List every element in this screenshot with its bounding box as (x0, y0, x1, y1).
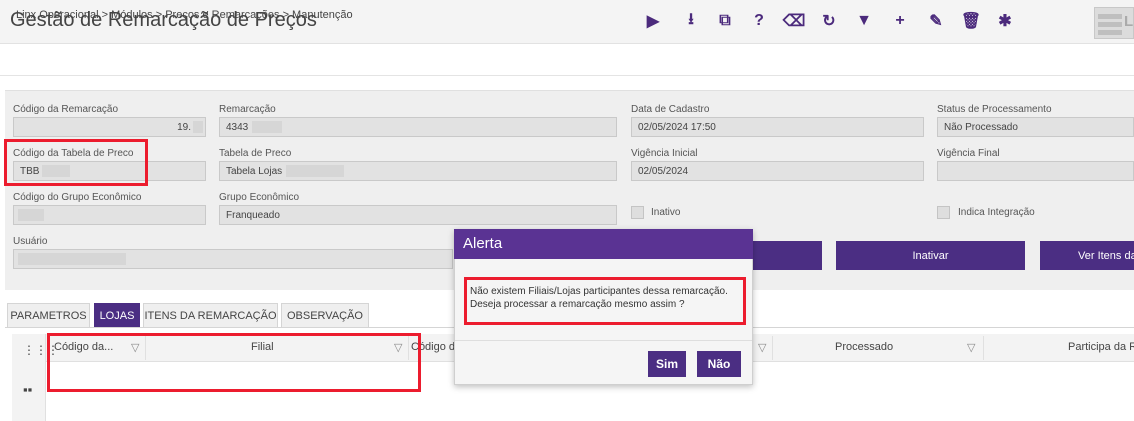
settings-icon[interactable]: ✱ (992, 8, 1018, 34)
filter-icon[interactable]: ▽ (758, 341, 766, 354)
data-cadastro-field[interactable]: 02/05/2024 17:50 (631, 117, 924, 137)
column-header-processado[interactable]: Processado (835, 341, 893, 353)
status-label: Status de Processamento (937, 104, 1052, 115)
grid-view-icon[interactable]: ▪▪ (23, 382, 32, 397)
download-icon[interactable]: ⭳ (678, 8, 704, 34)
inativar-button[interactable]: Inativar (836, 241, 1025, 270)
redacted-value (193, 121, 203, 133)
redacted-value (252, 121, 282, 133)
column-divider (772, 336, 773, 360)
refresh-icon[interactable]: ↻ (816, 8, 842, 34)
remarcacao-field[interactable]: 4343 (219, 117, 617, 137)
logo-text: L (1124, 13, 1134, 30)
codigo-grupo-field[interactable] (13, 205, 206, 225)
tabela-preco-field[interactable]: Tabela Lojas (219, 161, 617, 181)
redacted-value (286, 165, 344, 177)
tab-itens-remarcacao[interactable]: ITENS DA REMARCAÇÃO (143, 303, 278, 328)
column-header-participa[interactable]: Participa da Re (1068, 341, 1134, 353)
indica-integracao-checkbox[interactable] (937, 206, 950, 219)
vigencia-final-field[interactable] (937, 161, 1134, 181)
filter-icon[interactable]: ▼ (851, 8, 877, 34)
ver-itens-button[interactable]: Ver Itens da (1040, 241, 1134, 270)
codigo-remarcacao-value: 19. (177, 122, 191, 133)
sim-button[interactable]: Sim (648, 351, 686, 377)
inativo-checkbox[interactable] (631, 206, 644, 219)
vigencia-inicial-field[interactable]: 02/05/2024 (631, 161, 924, 181)
redacted-value (18, 209, 44, 221)
processar-button[interactable] (753, 241, 822, 270)
breadcrumb-bar (0, 45, 1134, 76)
usuario-field[interactable] (13, 249, 453, 269)
usuario-label: Usuário (13, 236, 48, 247)
nao-button[interactable]: Não (697, 351, 741, 377)
brand-logo: L (1094, 7, 1134, 39)
alert-dialog-title: Alerta (463, 235, 503, 252)
vigencia-final-label: Vigência Final (937, 148, 1000, 159)
grupo-economico-field[interactable]: Franqueado (219, 205, 617, 225)
tabela-preco-value: Tabela Lojas (226, 166, 283, 177)
help-icon[interactable]: ? (746, 8, 772, 34)
filter-icon[interactable]: ▽ (967, 341, 975, 354)
indica-integracao-label: Indica Integração (958, 207, 1035, 218)
codigo-remarcacao-field[interactable]: 19. (13, 117, 206, 137)
codigo-grupo-label: Código do Grupo Econômico (13, 192, 142, 203)
edit-icon[interactable]: ✎ (923, 8, 949, 34)
highlight-grid-columns (47, 333, 421, 392)
status-field[interactable]: Não Processado (937, 117, 1134, 137)
codigo-remarcacao-label: Código da Remarcação (13, 104, 119, 115)
copy-icon[interactable]: ⧉ (712, 8, 738, 34)
vigencia-inicial-label: Vigência Inicial (631, 148, 698, 159)
remarcacao-value: 4343 (226, 122, 249, 133)
alert-dialog-divider (455, 340, 752, 341)
inativo-label: Inativo (651, 207, 681, 218)
youtube-icon[interactable]: ▶ (640, 8, 666, 34)
tab-lojas[interactable]: LOJAS (94, 303, 140, 328)
remarcacao-label: Remarcação (219, 104, 276, 115)
tab-parametros[interactable]: PARAMETROS (7, 303, 90, 328)
eraser-icon[interactable]: ⌫ (781, 8, 807, 34)
data-cadastro-label: Data de Cadastro (631, 104, 710, 115)
tab-observacao[interactable]: OBSERVAÇÃO (281, 303, 369, 328)
highlight-alert-message (464, 277, 746, 325)
highlight-codigo-tabela (4, 139, 148, 186)
tabela-preco-label: Tabela de Preco (219, 148, 292, 159)
delete-icon[interactable]: 🗑 (958, 8, 984, 34)
grupo-economico-label: Grupo Econômico (219, 192, 300, 203)
add-icon[interactable]: + (887, 8, 913, 34)
column-divider (983, 336, 984, 360)
breadcrumb: Linx Operacional > Módulos > Preços e Re… (16, 9, 353, 21)
redacted-value (18, 253, 126, 265)
